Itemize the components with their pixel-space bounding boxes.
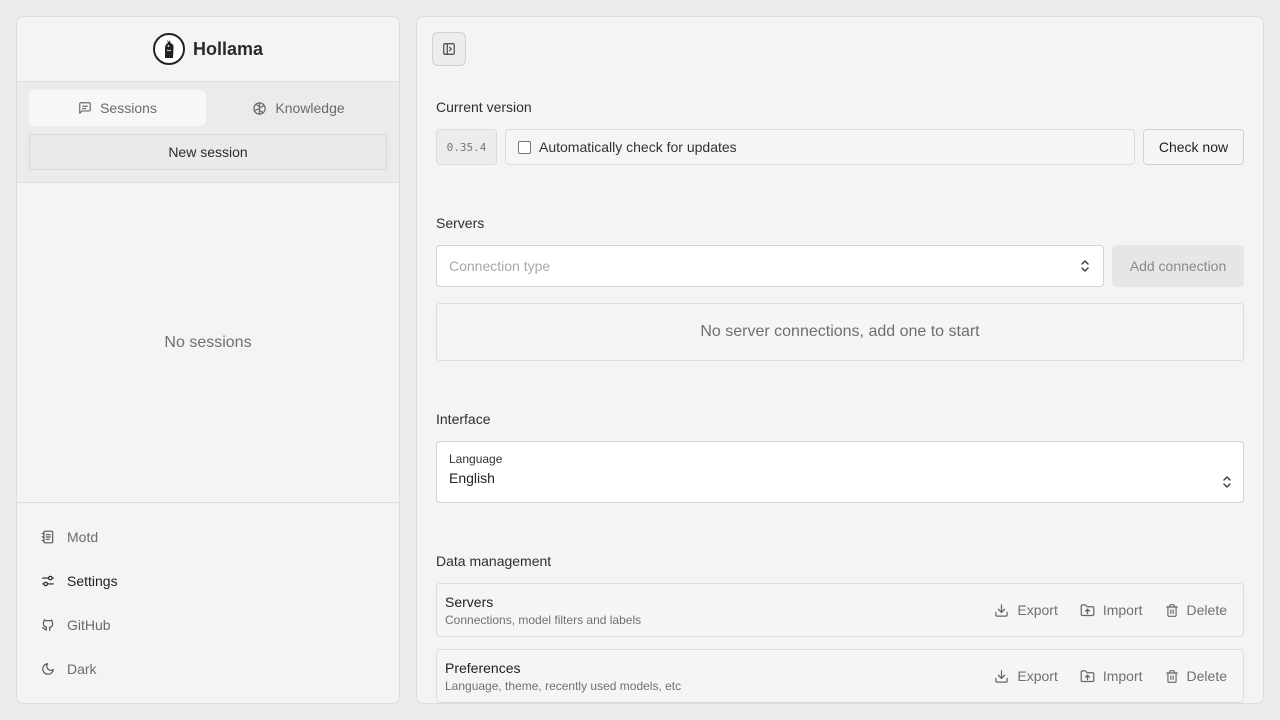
newspaper-icon [41, 530, 55, 544]
toggle-sidebar-button[interactable] [432, 32, 466, 66]
chevrons-up-down-icon [1221, 475, 1233, 489]
trash-icon [1165, 603, 1179, 618]
new-session-button[interactable]: New session [29, 134, 387, 170]
sidebar: Hollama Sessions Knowledge New session N… [16, 16, 400, 704]
delete-label: Delete [1186, 668, 1227, 684]
nav-item-github-label: GitHub [67, 617, 111, 633]
nav-item-settings[interactable]: Settings [17, 559, 399, 603]
sessions-empty-state: No sessions [17, 183, 399, 503]
import-button[interactable]: Import [1072, 594, 1151, 626]
auto-check-checkbox[interactable] [518, 140, 531, 154]
folder-up-icon [1080, 669, 1095, 684]
app-name: Hollama [192, 38, 264, 59]
data-row-text: Servers Connections, model filters and l… [445, 594, 641, 627]
export-button[interactable]: Export [986, 660, 1065, 692]
auto-check-label: Automatically check for updates [539, 139, 737, 155]
version-badge: 0.35.4 [436, 129, 497, 165]
export-label: Export [1017, 668, 1058, 684]
sliders-icon [41, 574, 55, 588]
github-icon [41, 618, 55, 632]
nav-item-motd[interactable]: Motd [17, 515, 399, 559]
tab-sessions-label: Sessions [100, 100, 157, 116]
language-select[interactable]: Language English [436, 441, 1244, 503]
export-button[interactable]: Export [986, 594, 1065, 626]
add-connection-button[interactable]: Add connection [1112, 245, 1244, 287]
servers-row: Connection type Add connection [436, 245, 1244, 287]
nav-item-settings-label: Settings [67, 573, 118, 589]
chevrons-up-down-icon [1079, 259, 1091, 273]
session-tabs-area: Sessions Knowledge New session [17, 82, 399, 183]
download-icon [994, 603, 1009, 618]
session-tabs: Sessions Knowledge [29, 90, 387, 126]
import-label: Import [1102, 602, 1143, 618]
data-row-description: Language, theme, recently used models, e… [445, 678, 682, 693]
servers-heading: Servers [436, 215, 485, 231]
data-row-servers: Servers Connections, model filters and l… [436, 583, 1244, 637]
nav-item-github[interactable]: GitHub [17, 603, 399, 647]
tab-knowledge[interactable]: Knowledge [210, 90, 387, 126]
folder-up-icon [1080, 603, 1095, 618]
connection-type-placeholder: Connection type [449, 258, 551, 274]
brand: Hollama [17, 17, 399, 82]
nav-item-motd-label: Motd [67, 529, 99, 545]
data-row-description: Connections, model filters and labels [445, 612, 642, 627]
auto-check-updates[interactable]: Automatically check for updates [505, 129, 1135, 165]
data-management-heading: Data management [436, 553, 552, 569]
language-label: Language [449, 452, 503, 466]
sidebar-nav: Motd Settings GitHub Dark [17, 503, 399, 691]
message-square-icon [78, 101, 92, 115]
data-row-preferences: Preferences Language, theme, recently us… [436, 649, 1244, 703]
trash-icon [1165, 669, 1179, 684]
download-icon [994, 669, 1009, 684]
nav-item-dark-label: Dark [67, 661, 97, 677]
check-now-button[interactable]: Check now [1143, 129, 1244, 165]
brain-icon [252, 101, 267, 116]
delete-button[interactable]: Delete [1157, 660, 1235, 692]
delete-button[interactable]: Delete [1157, 594, 1235, 626]
nav-item-dark[interactable]: Dark [17, 647, 399, 691]
servers-empty-state: No server connections, add one to start [436, 303, 1244, 361]
import-label: Import [1102, 668, 1143, 684]
tab-knowledge-label: Knowledge [275, 100, 345, 116]
llama-logo-icon [152, 33, 185, 65]
interface-heading: Interface [436, 411, 491, 427]
data-row-title: Servers [445, 593, 494, 610]
export-label: Export [1017, 602, 1058, 618]
version-row: 0.35.4 Automatically check for updates C… [436, 129, 1244, 165]
connection-type-select[interactable]: Connection type [436, 245, 1104, 287]
data-row-actions: Export Import Delete [986, 594, 1235, 626]
data-row-title: Preferences [445, 659, 521, 676]
data-row-actions: Export Import Delete [986, 660, 1235, 692]
current-version-heading: Current version [436, 99, 532, 115]
data-row-text: Preferences Language, theme, recently us… [445, 660, 681, 693]
settings-panel: Current version 0.35.4 Automatically che… [416, 16, 1264, 704]
panel-left-icon [442, 42, 456, 56]
import-button[interactable]: Import [1072, 660, 1151, 692]
moon-icon [41, 662, 55, 676]
delete-label: Delete [1186, 602, 1227, 618]
language-value: English [449, 470, 495, 486]
tab-sessions[interactable]: Sessions [29, 90, 206, 126]
